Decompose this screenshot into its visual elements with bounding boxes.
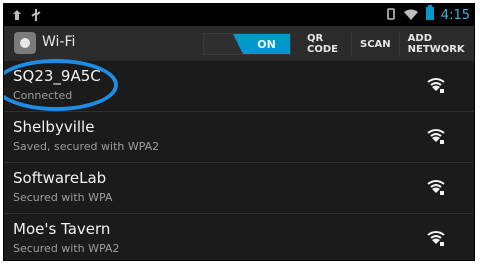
wifi-signal-icon bbox=[403, 6, 419, 25]
network-row[interactable]: SQ23_9A5C Connected bbox=[4, 59, 474, 112]
toggle-slant bbox=[233, 34, 243, 54]
network-status: Saved, secured with WPA2 bbox=[13, 140, 160, 153]
settings-app-icon[interactable] bbox=[14, 32, 36, 54]
action-bar-actions: QR CODE SCAN ADD NETWORK bbox=[299, 33, 474, 55]
network-ssid: Shelbyville bbox=[13, 118, 95, 136]
scan-button[interactable]: SCAN bbox=[351, 33, 399, 55]
add-network-button[interactable]: ADD NETWORK bbox=[398, 33, 474, 55]
battery-icon bbox=[425, 5, 435, 25]
wifi-signal-icon bbox=[427, 78, 445, 93]
wifi-toggle-on-label: ON bbox=[243, 34, 290, 54]
status-time: 4:15 bbox=[440, 7, 470, 23]
usb-debug-icon bbox=[10, 7, 24, 26]
wifi-signal-icon bbox=[427, 231, 445, 246]
page-title: Wi-Fi bbox=[42, 34, 76, 50]
wifi-toggle[interactable]: ON bbox=[203, 33, 291, 55]
status-bar: 4:15 bbox=[4, 4, 474, 26]
network-status: Secured with WPA2 bbox=[13, 242, 120, 255]
network-ssid: SoftwareLab bbox=[13, 169, 107, 187]
status-right-icons: 4:15 bbox=[385, 5, 470, 25]
wifi-signal-icon bbox=[427, 180, 445, 195]
vibrate-icon bbox=[385, 6, 397, 25]
status-left-icons bbox=[10, 7, 42, 26]
qr-code-button[interactable]: QR CODE bbox=[299, 33, 351, 55]
network-status: Secured with WPA bbox=[13, 191, 113, 204]
network-row[interactable]: SoftwareLab Secured with WPA bbox=[4, 163, 474, 214]
usb-icon bbox=[30, 7, 42, 26]
network-row[interactable]: Moe's Tavern Secured with WPA2 bbox=[4, 214, 474, 260]
wifi-signal-icon bbox=[427, 129, 445, 144]
selection-highlight bbox=[4, 59, 118, 111]
network-ssid: Moe's Tavern bbox=[13, 220, 111, 238]
device-screen: 4:15 Wi-Fi ON QR CODE SCAN ADD NETWORK S… bbox=[3, 3, 475, 261]
network-row[interactable]: Shelbyville Saved, secured with WPA2 bbox=[4, 112, 474, 163]
action-bar: Wi-Fi ON QR CODE SCAN ADD NETWORK bbox=[4, 26, 474, 63]
wifi-network-list: SQ23_9A5C Connected Shelbyville Saved, s… bbox=[4, 59, 474, 260]
